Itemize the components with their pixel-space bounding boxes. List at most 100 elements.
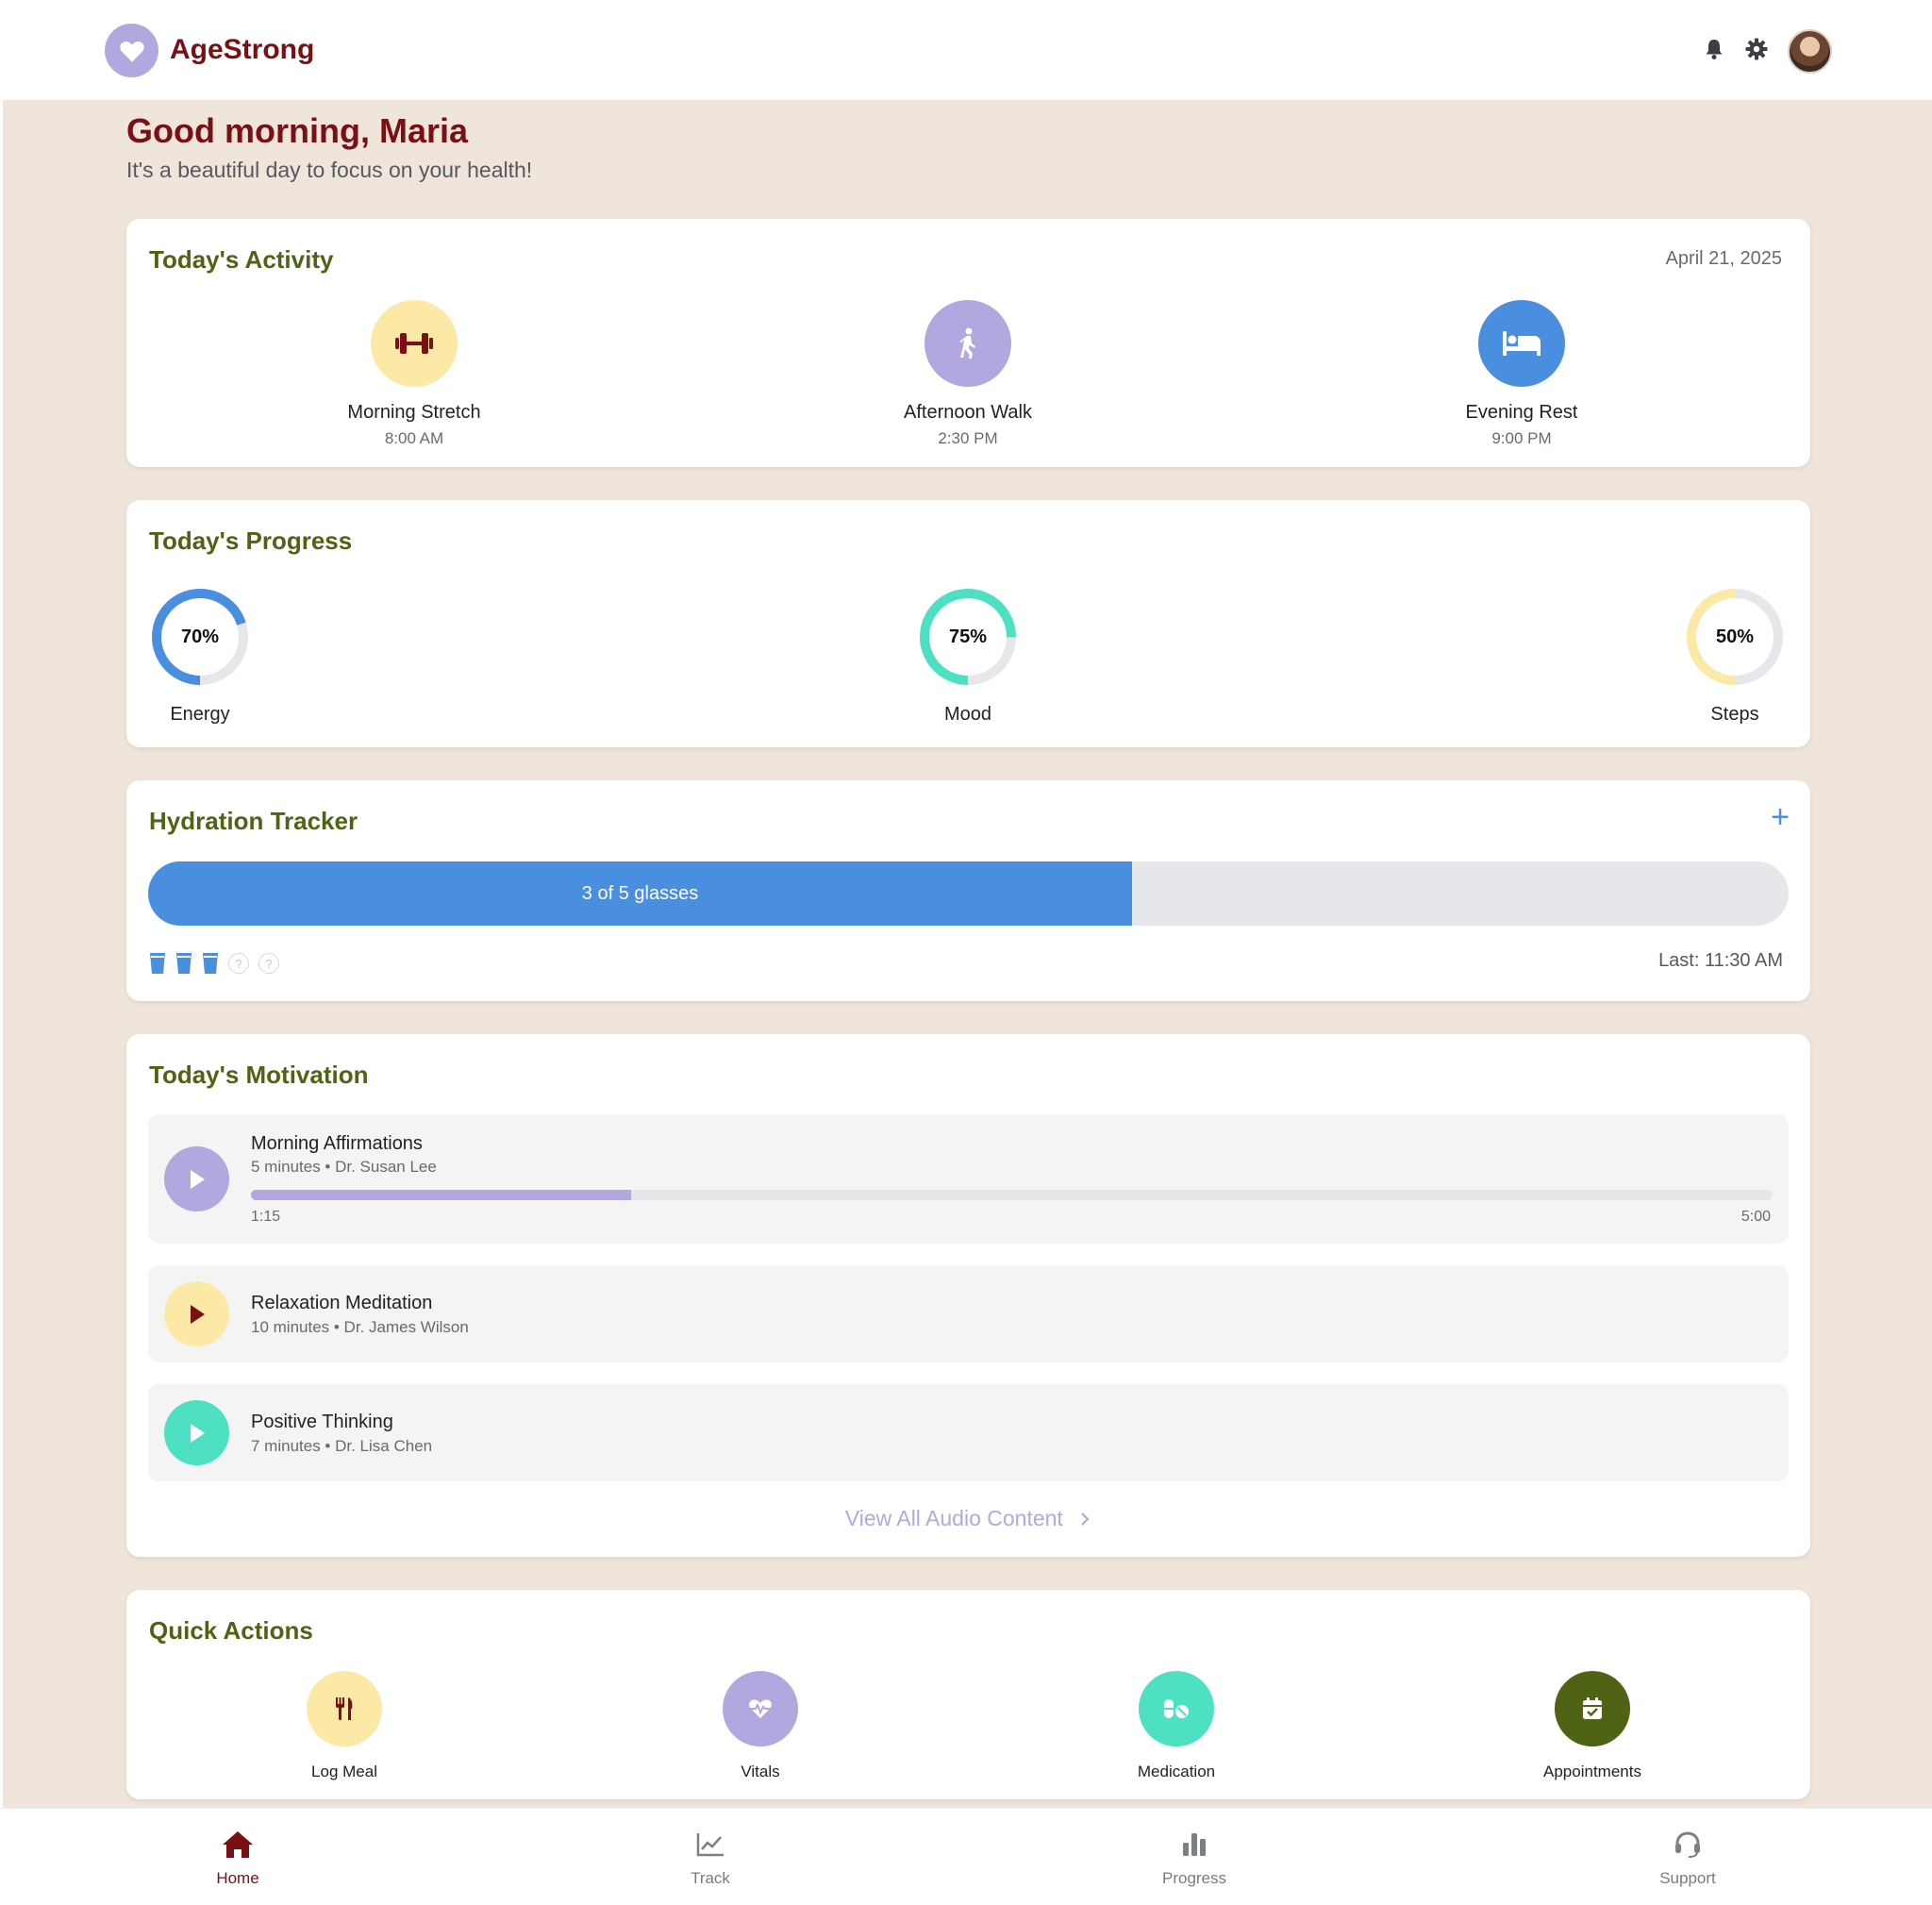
- home-icon: [162, 1828, 313, 1862]
- activity-time: 8:00 AM: [384, 429, 444, 447]
- track-duration: 5:00: [1740, 1209, 1771, 1225]
- activity-name: Morning Stretch: [347, 402, 481, 423]
- track-title: Relaxation Meditation: [251, 1293, 433, 1313]
- quick-action-label: Log Meal: [311, 1763, 377, 1780]
- logo[interactable]: [105, 24, 158, 77]
- activity-name: Evening Rest: [1465, 402, 1578, 423]
- progress-steps: 50% Steps: [1659, 587, 1810, 726]
- nav-home[interactable]: Home: [162, 1828, 313, 1888]
- page-title: Good morning, Maria: [126, 111, 469, 150]
- progress-ring: 75%: [918, 587, 1018, 687]
- play-button[interactable]: [164, 1400, 229, 1465]
- progress-mood: 75% Mood: [892, 587, 1043, 726]
- add-glass-button[interactable]: +: [1771, 801, 1790, 833]
- glass-empty-icon[interactable]: ?: [228, 953, 249, 974]
- nav-support[interactable]: Support: [1612, 1828, 1763, 1888]
- track-subtitle: 10 minutes • Dr. James Wilson: [251, 1318, 469, 1336]
- progress-energy: 70% Energy: [125, 587, 275, 726]
- quick-action-log-meal[interactable]: Log Meal: [250, 1671, 439, 1781]
- progress-value: 70%: [180, 626, 220, 647]
- motivation-title: Today's Motivation: [149, 1061, 369, 1089]
- bottom-nav: Home Track Progress Support: [0, 1808, 1932, 1905]
- progress-label: Mood: [943, 704, 992, 725]
- gear-icon[interactable]: [1743, 36, 1770, 62]
- quick-action-label: Medication: [1137, 1763, 1216, 1780]
- progress-value: 75%: [948, 626, 988, 647]
- nav-label: Support: [1659, 1869, 1716, 1887]
- glass-full-icon[interactable]: [202, 952, 219, 975]
- audio-track-relaxation-meditation[interactable]: Relaxation Meditation 10 minutes • Dr. J…: [148, 1265, 1789, 1362]
- bell-icon[interactable]: [1701, 36, 1727, 62]
- page-subtitle: It's a beautiful day to focus on your he…: [126, 158, 533, 182]
- audio-track-positive-thinking[interactable]: Positive Thinking 7 minutes • Dr. Lisa C…: [148, 1384, 1789, 1481]
- quick-actions-card: Quick Actions Log Meal Vitals Medication…: [126, 1590, 1810, 1799]
- nav-label: Progress: [1161, 1869, 1227, 1887]
- play-button[interactable]: [164, 1281, 229, 1346]
- progress-card: Today's Progress 70% Energy 75% Mood 50%…: [126, 500, 1810, 747]
- progress-title: Today's Progress: [149, 526, 353, 555]
- headset-icon: [1612, 1828, 1763, 1862]
- play-icon: [190, 1304, 205, 1324]
- track-subtitle: 7 minutes • Dr. Lisa Chen: [251, 1437, 433, 1455]
- progress-ring: 50%: [1685, 587, 1785, 687]
- dumbbell-icon: [371, 300, 458, 387]
- track-title: Positive Thinking: [251, 1412, 393, 1432]
- nav-track[interactable]: Track: [635, 1828, 786, 1888]
- nav-progress[interactable]: Progress: [1119, 1828, 1270, 1888]
- play-icon: [190, 1423, 205, 1443]
- activity-date: April 21, 2025: [1665, 248, 1782, 269]
- activity-item-evening-rest[interactable]: Evening Rest 9:00 PM: [1380, 300, 1663, 448]
- quick-action-appointments[interactable]: Appointments: [1498, 1671, 1687, 1781]
- view-all-audio-link[interactable]: View All Audio Content: [126, 1506, 1810, 1531]
- progress-ring: 70%: [150, 587, 250, 687]
- track-progress-fill: [251, 1190, 632, 1200]
- quick-action-medication[interactable]: Medication: [1082, 1671, 1271, 1781]
- app-name: AgeStrong: [170, 34, 315, 65]
- nav-label: Track: [691, 1869, 730, 1887]
- progress-label: Steps: [1710, 704, 1759, 725]
- bar-chart-icon: [1119, 1828, 1270, 1862]
- audio-track-morning-affirmations[interactable]: Morning Affirmations 5 minutes • Dr. Sus…: [148, 1114, 1789, 1244]
- hydration-progress-bar: 3 of 5 glasses: [148, 861, 1789, 926]
- activity-item-afternoon-walk[interactable]: Afternoon Walk 2:30 PM: [826, 300, 1109, 448]
- walking-icon: [924, 300, 1011, 387]
- play-icon: [190, 1169, 205, 1189]
- utensils-icon: [307, 1671, 382, 1746]
- quick-actions-title: Quick Actions: [149, 1616, 313, 1645]
- activity-item-morning-stretch[interactable]: Morning Stretch 8:00 AM: [273, 300, 556, 448]
- play-button[interactable]: [164, 1146, 229, 1212]
- hydration-last: Last: 11:30 AM: [1658, 950, 1783, 971]
- progress-label: Energy: [170, 704, 230, 725]
- activity-name: Afternoon Walk: [904, 402, 1032, 423]
- activity-time: 9:00 PM: [1491, 429, 1552, 447]
- track-progress-bar[interactable]: [251, 1190, 1773, 1200]
- chevron-right-icon: [1081, 1512, 1090, 1526]
- track-title: Morning Affirmations: [251, 1133, 423, 1154]
- quick-action-vitals[interactable]: Vitals: [666, 1671, 855, 1781]
- view-all-label: View All Audio Content: [844, 1506, 1063, 1530]
- track-subtitle: 5 minutes • Dr. Susan Lee: [251, 1158, 437, 1176]
- glass-full-icon[interactable]: [175, 952, 192, 975]
- top-bar: AgeStrong: [0, 0, 1932, 100]
- pills-icon: [1139, 1671, 1214, 1746]
- heart-pulse-icon: [723, 1671, 798, 1746]
- activity-time: 2:30 PM: [938, 429, 998, 447]
- quick-action-label: Appointments: [1543, 1763, 1641, 1780]
- progress-value: 50%: [1715, 626, 1755, 647]
- glasses-row: ??: [149, 952, 279, 975]
- glass-full-icon[interactable]: [149, 952, 166, 975]
- hydration-card: Hydration Tracker + 3 of 5 glasses ?? La…: [126, 780, 1810, 1001]
- hydration-title: Hydration Tracker: [149, 807, 358, 835]
- bed-icon: [1478, 300, 1565, 387]
- avatar[interactable]: [1788, 29, 1832, 74]
- glass-empty-icon[interactable]: ?: [258, 953, 279, 974]
- activity-card: Today's Activity April 21, 2025 Morning …: [126, 219, 1810, 467]
- line-chart-icon: [635, 1828, 786, 1862]
- quick-action-label: Vitals: [741, 1763, 780, 1780]
- calendar-check-icon: [1555, 1671, 1630, 1746]
- activity-title: Today's Activity: [149, 245, 334, 274]
- nav-label: Home: [216, 1869, 259, 1887]
- heart-icon: [119, 41, 144, 62]
- track-current-time: 1:15: [251, 1209, 281, 1225]
- motivation-card: Today's Motivation Morning Affirmations …: [126, 1034, 1810, 1557]
